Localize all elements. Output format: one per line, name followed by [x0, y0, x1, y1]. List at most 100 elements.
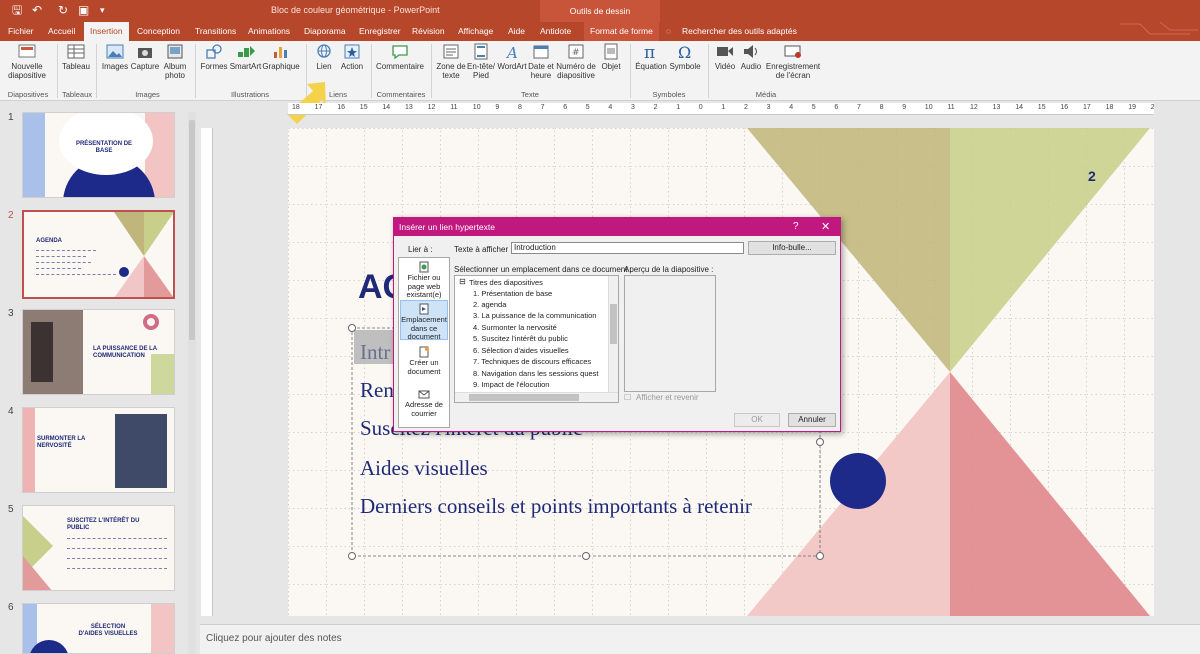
- slide-thumbnail-5[interactable]: SUSCITEZ L'INTÉRÊT DU PUBLIC: [22, 505, 175, 591]
- ruler-number: 16: [337, 104, 345, 111]
- tree-item-6[interactable]: 6. Sélection d'aides visuelles: [473, 346, 569, 355]
- notes-pane[interactable]: Cliquez pour ajouter des notes: [200, 624, 1200, 654]
- text-box-button[interactable]: Zone de texte: [434, 43, 468, 80]
- tree-item-5[interactable]: 5. Suscitez l'intérêt du public: [473, 334, 568, 343]
- agenda-item-1[interactable]: Intr: [360, 340, 390, 365]
- tab-insertion[interactable]: Insertion: [84, 22, 129, 41]
- tab-affichage[interactable]: Affichage: [458, 22, 493, 41]
- search-tools-field[interactable]: Rechercher des outils adaptés: [682, 22, 797, 41]
- thumb-number: 1: [8, 112, 14, 123]
- tree-item-4[interactable]: 4. Surmonter la nervosité: [473, 323, 557, 332]
- ok-button[interactable]: OK: [734, 413, 780, 427]
- chart-button[interactable]: Graphique: [262, 43, 300, 71]
- show-and-return-label[interactable]: Afficher et revenir: [636, 393, 699, 402]
- notes-placeholder[interactable]: Cliquez pour ajouter des notes: [206, 633, 342, 644]
- group-symboles: Symboles: [652, 90, 686, 99]
- slide-thumbnail-1[interactable]: PRÉSENTATION DE BASE: [22, 112, 175, 198]
- tab-format-forme[interactable]: Format de forme: [584, 22, 659, 41]
- action-button[interactable]: Action: [338, 43, 366, 71]
- comment-button[interactable]: Commentaire: [374, 43, 426, 71]
- thumb-number: 3: [8, 308, 14, 319]
- header-footer-button[interactable]: En-tête/ Pied: [466, 43, 496, 80]
- link-option-new-document[interactable]: Créer un document: [400, 344, 448, 382]
- tree-item-1[interactable]: 1. Présentation de base: [473, 289, 552, 298]
- close-button[interactable]: ✕: [821, 220, 830, 233]
- tab-fichier[interactable]: Fichier: [8, 22, 34, 41]
- tree-item-8[interactable]: 8. Navigation dans les sessions quest: [473, 369, 599, 378]
- photo-album-button[interactable]: Album photo: [160, 43, 190, 80]
- link-option-existing-file[interactable]: Fichier ou page web existant(e): [400, 259, 448, 299]
- object-button[interactable]: Objet: [598, 43, 624, 71]
- vertical-ruler: [201, 128, 213, 616]
- table-button[interactable]: Tableau: [60, 43, 92, 71]
- slide-thumbnails-pane: 1 PRÉSENTATION DE BASE 2 AGENDA 3 LA PUI…: [0, 102, 200, 654]
- thumbnails-scrollbar[interactable]: [188, 112, 196, 654]
- svg-text:π: π: [644, 43, 655, 60]
- agenda-item-2[interactable]: Ren: [360, 378, 394, 403]
- symbol-button[interactable]: Ω Symbole: [668, 43, 702, 71]
- smartart-button[interactable]: SmartArt: [229, 43, 262, 71]
- tab-accueil[interactable]: Accueil: [48, 22, 75, 41]
- tab-aide[interactable]: Aide: [508, 22, 525, 41]
- shapes-button[interactable]: Formes: [199, 43, 229, 71]
- tab-conception[interactable]: Conception: [137, 22, 180, 41]
- display-text-label: Texte à afficher :: [454, 245, 513, 254]
- group-images: Images: [135, 90, 160, 99]
- ruler-number: 15: [1037, 104, 1046, 111]
- tree-collapse-icon[interactable]: ⊟: [459, 277, 466, 286]
- tree-item-3[interactable]: 3. La puissance de la communication: [473, 311, 596, 320]
- ruler-number: 16: [1060, 104, 1069, 111]
- slideshow-start-icon[interactable]: ▣: [78, 3, 89, 17]
- tooltip-button[interactable]: Info-bulle...: [748, 241, 836, 255]
- cancel-button[interactable]: Annuler: [788, 413, 836, 427]
- group-media: Média: [755, 90, 777, 99]
- ruler-number: 4: [789, 104, 794, 111]
- slide-number-button[interactable]: # Numéro de diapositive: [555, 43, 597, 80]
- tree-horizontal-scrollbar[interactable]: [455, 392, 618, 402]
- display-text-input[interactable]: Introduction: [511, 242, 744, 254]
- thumb-number: 5: [8, 504, 14, 515]
- slide-thumbnail-6[interactable]: SÉLECTION D'AIDES VISUELLES: [22, 603, 175, 654]
- slide-thumbnail-2[interactable]: AGENDA: [22, 210, 175, 299]
- tab-transitions[interactable]: Transitions: [195, 22, 236, 41]
- help-button[interactable]: ?: [793, 221, 799, 232]
- lightbulb-icon: ◌: [666, 26, 672, 36]
- images-button[interactable]: Images: [100, 43, 130, 71]
- slide-thumbnail-3[interactable]: LA PUISSANCE DE LA COMMUNICATION: [22, 309, 175, 395]
- slide-thumbnail-4[interactable]: SURMONTER LA NERVOSITÉ: [22, 407, 175, 493]
- thumb-number: 4: [8, 406, 14, 417]
- video-button[interactable]: Vidéo: [712, 43, 738, 71]
- tree-vertical-scrollbar[interactable]: [608, 276, 618, 392]
- redo-icon[interactable]: ↻: [58, 3, 68, 17]
- link-option-this-document[interactable]: Emplacement dans ce document: [400, 300, 448, 341]
- ruler-number: 19: [1128, 104, 1136, 111]
- wordart-button[interactable]: A WordArt: [496, 43, 528, 71]
- tab-revision[interactable]: Révision: [412, 22, 445, 41]
- capture-button[interactable]: Capture: [130, 43, 160, 71]
- link-button[interactable]: Lien: [310, 43, 338, 71]
- link-option-email[interactable]: Adresse de courrier: [400, 386, 448, 426]
- video-icon: [717, 47, 733, 56]
- equation-button[interactable]: π Équation: [634, 43, 668, 71]
- ruler-number: 6: [563, 104, 568, 111]
- save-icon[interactable]: 🖫: [12, 3, 22, 17]
- document-location-tree[interactable]: ⊟ Titres des diapositives 1. Présentatio…: [454, 275, 619, 403]
- audio-button[interactable]: Audio: [738, 43, 764, 71]
- agenda-item-5[interactable]: Derniers conseils et points importants à…: [360, 494, 752, 519]
- screen-recording-button[interactable]: Enregistrement de l'écran: [764, 43, 822, 80]
- date-time-button[interactable]: Date et heure: [527, 43, 555, 80]
- tree-root[interactable]: Titres des diapositives: [469, 278, 543, 287]
- ruler-number: 4: [608, 104, 613, 111]
- tab-animations[interactable]: Animations: [248, 22, 290, 41]
- show-and-return-checkbox-box[interactable]: ☐: [624, 393, 631, 402]
- tab-antidote[interactable]: Antidote: [540, 22, 571, 41]
- tree-item-7[interactable]: 7. Techniques de discours efficaces: [473, 357, 591, 366]
- agenda-item-4[interactable]: Aides visuelles: [360, 456, 488, 481]
- undo-icon[interactable]: ↶: [32, 3, 42, 17]
- tab-diaporama[interactable]: Diaporama: [304, 22, 346, 41]
- new-slide-button[interactable]: Nouvelle diapositive: [6, 43, 48, 80]
- customize-toolbar-icon[interactable]: ▾: [100, 3, 105, 17]
- tab-enregistrer[interactable]: Enregistrer: [359, 22, 401, 41]
- tree-item-2[interactable]: 2. agenda: [473, 300, 506, 309]
- tree-item-9[interactable]: 9. Impact de l'élocution: [473, 380, 549, 389]
